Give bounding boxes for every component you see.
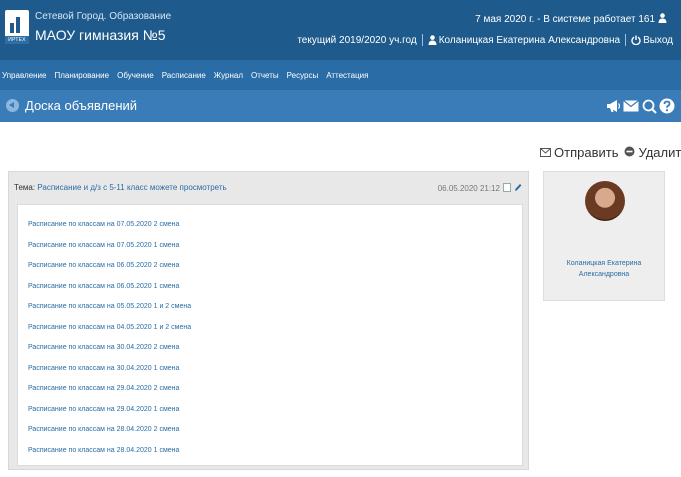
menu-item-journal[interactable]: Журнал bbox=[214, 71, 243, 80]
menu-item-planning[interactable]: Планирование bbox=[54, 71, 109, 80]
topic-text: Расписание и д/з с 5-11 класс можете про… bbox=[37, 183, 227, 192]
schedule-link[interactable]: Расписание по классам на 07.05.2020 2 см… bbox=[28, 215, 191, 236]
page-title-bar: Доска объявлений bbox=[0, 90, 681, 122]
message-actions: Отправить Удалить bbox=[540, 145, 681, 160]
avatar[interactable] bbox=[585, 181, 625, 221]
menu-item-schedule[interactable]: Расписание bbox=[162, 71, 206, 80]
announcement-date: 06.05.2020 21:12 bbox=[437, 184, 500, 193]
announcement-meta: 06.05.2020 21:12 bbox=[438, 183, 522, 194]
app-name: Сетевой Город. Образование bbox=[35, 11, 172, 22]
send-label: Отправить bbox=[554, 145, 619, 160]
status-text: 7 мая 2020 г. - В системе работает 161 bbox=[475, 14, 655, 25]
delete-button[interactable]: Удалить bbox=[624, 145, 681, 160]
announcement-topic: Тема: Расписание и д/з с 5-11 класс може… bbox=[14, 183, 227, 192]
schedule-link[interactable]: Расписание по классам на 06.05.2020 2 см… bbox=[28, 256, 191, 277]
divider bbox=[625, 34, 627, 46]
delete-label: Удалить bbox=[638, 145, 681, 160]
announcement-panel: Тема: Расписание и д/з с 5-11 класс може… bbox=[8, 171, 529, 470]
school-name: МАОУ гимназия №5 bbox=[35, 27, 166, 43]
schedule-link[interactable]: Расписание по классам на 07.05.2020 1 см… bbox=[28, 236, 191, 257]
title-toolbar bbox=[605, 98, 675, 114]
main-menu: Управление Планирование Обучение Расписа… bbox=[0, 60, 681, 90]
schedule-link[interactable]: Расписание по классам на 04.05.2020 1 и … bbox=[28, 318, 191, 339]
app-logo[interactable]: ИРТЕХ bbox=[5, 10, 29, 44]
user-icon bbox=[658, 13, 667, 26]
envelope-icon bbox=[540, 145, 551, 160]
user-bar: текущий 2019/2020 уч.год Коланицкая Екат… bbox=[297, 34, 673, 46]
menu-item-reports[interactable]: Отчеты bbox=[251, 71, 279, 80]
schedule-link[interactable]: Расписание по классам на 05.05.2020 1 и … bbox=[28, 297, 191, 318]
current-user-name[interactable]: Коланицкая Екатерина Александровна bbox=[439, 35, 620, 46]
back-arrow-icon[interactable] bbox=[6, 99, 19, 112]
logo-bar bbox=[16, 17, 20, 33]
topic-label: Тема: bbox=[14, 183, 36, 192]
author-card: Коланицкая Екатерина Александровна bbox=[543, 171, 665, 301]
schedule-link[interactable]: Расписание по классам на 29.04.2020 2 см… bbox=[28, 379, 191, 400]
schedule-link[interactable]: Расписание по классам на 29.04.2020 1 см… bbox=[28, 400, 191, 421]
author-name[interactable]: Коланицкая Екатерина Александровна bbox=[548, 258, 660, 280]
chat-icon[interactable] bbox=[641, 98, 657, 114]
logo-bar bbox=[10, 23, 14, 33]
user-icon bbox=[428, 35, 437, 45]
mail-icon[interactable] bbox=[623, 98, 639, 114]
menu-item-resources[interactable]: Ресурсы bbox=[287, 71, 319, 80]
schedule-link[interactable]: Расписание по классам на 06.05.2020 1 см… bbox=[28, 277, 191, 298]
attachment-icon[interactable] bbox=[503, 183, 511, 194]
pencil-icon[interactable] bbox=[514, 183, 522, 194]
logout-link[interactable]: Выход bbox=[643, 35, 673, 46]
schedule-link[interactable]: Расписание по классам на 28.04.2020 2 см… bbox=[28, 420, 191, 441]
announcement-header: Тема: Расписание и д/з с 5-11 класс може… bbox=[9, 172, 528, 202]
menu-item-attestation[interactable]: Аттестация bbox=[326, 71, 368, 80]
logo-text: ИРТЕХ bbox=[5, 36, 29, 44]
divider bbox=[421, 34, 423, 46]
menu-item-education[interactable]: Обучение bbox=[117, 71, 154, 80]
academic-year[interactable]: текущий 2019/2020 уч.год bbox=[297, 35, 416, 46]
power-icon[interactable] bbox=[631, 35, 641, 45]
help-icon[interactable] bbox=[659, 98, 675, 114]
menu-item-management[interactable]: Управление bbox=[2, 71, 46, 80]
megaphone-icon[interactable] bbox=[605, 98, 621, 114]
announcement-body: Расписание по классам на 07.05.2020 2 см… bbox=[17, 204, 523, 466]
schedule-link[interactable]: Расписание по классам на 28.04.2020 1 см… bbox=[28, 441, 191, 462]
schedule-link[interactable]: Расписание по классам на 30.04.2020 1 см… bbox=[28, 359, 191, 380]
schedule-link[interactable]: Расписание по классам на 30.04.2020 2 см… bbox=[28, 338, 191, 359]
send-button[interactable]: Отправить bbox=[540, 145, 618, 160]
system-status: 7 мая 2020 г. - В системе работает 161 bbox=[475, 13, 667, 26]
minus-circle-icon bbox=[624, 145, 635, 160]
schedule-link-list: Расписание по классам на 07.05.2020 2 см… bbox=[28, 215, 191, 461]
page-title: Доска объявлений bbox=[25, 98, 138, 113]
top-header: ИРТЕХ Сетевой Город. Образование МАОУ ги… bbox=[0, 0, 681, 60]
